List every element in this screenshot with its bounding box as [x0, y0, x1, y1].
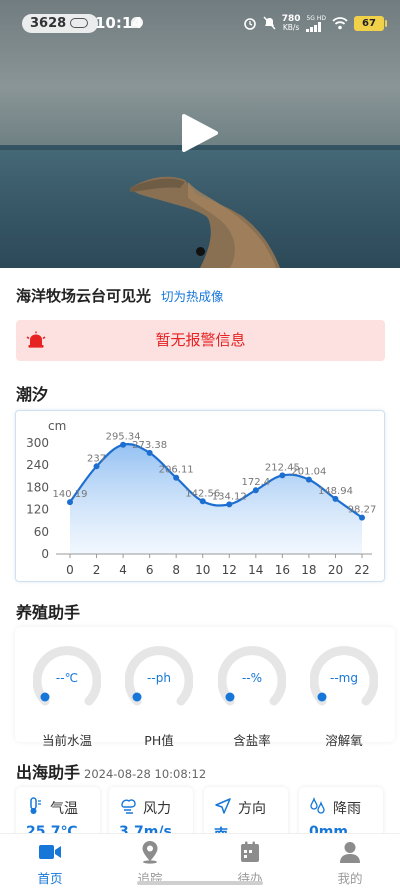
video-landscape — [130, 176, 280, 268]
cell-signal: 5G HD — [306, 15, 326, 32]
x-tick-label: 10 — [195, 563, 210, 577]
alarm-banner[interactable]: 暂无报警信息 — [16, 320, 385, 361]
sea-card-name: 风力 — [143, 801, 171, 817]
gauge-label: 当前水温 — [41, 733, 92, 748]
status-bar: 3628 10:14 780 KB/s 5G HD 67 — [0, 0, 400, 46]
gauge-value: --ph — [147, 671, 171, 685]
calendar-icon — [241, 841, 259, 862]
y-tick-label: 0 — [41, 547, 49, 561]
nav-item-home[interactable]: 首页 — [0, 834, 100, 889]
sea-section-header: 出海助手 2024-08-28 10:08:12 — [16, 759, 207, 782]
status-pill-text: 3628 — [30, 16, 67, 31]
y-tick-label: 180 — [26, 480, 49, 494]
gauge-salinity[interactable]: --% 含盐率 — [218, 645, 286, 748]
signal-bars-icon — [306, 21, 322, 32]
tide-data-label: 172.4 — [241, 477, 270, 488]
tide-data-label: 140.19 — [53, 489, 88, 500]
direction-icon — [215, 798, 231, 814]
net-speed-unit: KB/s — [282, 22, 300, 32]
alarm-bell-icon — [26, 331, 46, 348]
sea-timestamp: 2024-08-28 10:08:12 — [84, 767, 207, 781]
thermometer-icon — [30, 797, 41, 814]
tide-chart-svg: cm 0 60 120 180 240 300 0 2 4 6 8 10 12 14 16 18 20 22 1… — [26, 419, 377, 577]
mute-bell-icon — [263, 16, 276, 30]
alarm-text: 暂无报警信息 — [155, 331, 246, 349]
y-tick-label: 120 — [26, 503, 49, 517]
tide-data-label: 273.38 — [132, 440, 167, 451]
location-pin-icon — [142, 841, 158, 864]
tide-chart: cm 0 60 120 180 240 300 0 2 4 6 8 10 12 14 16 18 20 22 1… — [15, 410, 385, 582]
gauge-value: --% — [241, 671, 263, 685]
status-right-group: 780 KB/s 5G HD 67 — [243, 12, 387, 34]
gauge-label: 含盐率 — [233, 733, 271, 748]
tide-data-label: 237 — [87, 453, 106, 464]
chart-ylabel: cm — [48, 419, 66, 433]
carousel-dot[interactable] — [196, 247, 205, 256]
x-tick-label: 0 — [66, 563, 74, 577]
app-page: 3628 10:14 780 KB/s 5G HD 67 海洋牧场云台可见光 切为热… — [0, 0, 400, 889]
nav-item-profile[interactable]: 我的 — [300, 834, 400, 889]
status-pill: 3628 — [22, 14, 99, 33]
battery-indicator: 67 — [354, 15, 387, 31]
x-tick-label: 14 — [248, 563, 263, 577]
tide-data-label: 98.27 — [348, 505, 377, 516]
tide-data-label: 148.94 — [318, 486, 353, 497]
user-icon — [340, 842, 360, 863]
gauge-label: 溶解氧 — [325, 733, 363, 748]
x-tick-label: 8 — [172, 563, 180, 577]
x-tick-label: 4 — [119, 563, 127, 577]
nav-label: 我的 — [337, 871, 363, 886]
gauge-value: --℃ — [55, 671, 79, 685]
home-indicator[interactable] — [137, 881, 263, 885]
nav-label: 首页 — [37, 871, 63, 886]
pill-toggle-icon — [70, 18, 89, 28]
x-tick-label: 18 — [301, 563, 316, 577]
x-tick-label: 16 — [275, 563, 290, 577]
gauge-label: PH值 — [144, 733, 174, 748]
net-speed: 780 KB/s — [282, 14, 301, 32]
gauge-value: --mg — [330, 671, 358, 685]
x-tick-label: 12 — [222, 563, 237, 577]
switch-thermal-link[interactable]: 切为热成像 — [161, 289, 224, 304]
camera-title: 海洋牧场云台可见光 — [16, 287, 152, 305]
message-icon — [131, 17, 143, 28]
x-tick-label: 6 — [146, 563, 154, 577]
sea-card-name: 降雨 — [333, 801, 361, 817]
alarm-clock-icon — [243, 18, 256, 30]
camera-row: 海洋牧场云台可见光 切为热成像 — [16, 285, 386, 305]
x-tick-label: 22 — [354, 563, 369, 577]
wind-icon — [121, 799, 136, 814]
sea-card-name: 气温 — [50, 801, 78, 817]
wifi-icon — [332, 16, 348, 29]
rain-icon — [310, 797, 325, 814]
gauge-water-temp[interactable]: --℃ 当前水温 — [33, 645, 101, 748]
sea-section-title: 出海助手 — [16, 763, 81, 782]
video-camera-icon — [39, 845, 61, 859]
tide-data-label: 201.04 — [291, 467, 326, 478]
y-tick-label: 60 — [34, 525, 49, 539]
tide-data-label: 134.12 — [212, 491, 247, 502]
tide-data-label: 206.11 — [159, 465, 194, 476]
play-icon[interactable] — [181, 113, 219, 153]
x-tick-label: 2 — [93, 563, 101, 577]
gauge-ph[interactable]: --ph PH值 — [125, 645, 193, 748]
gauge-dissolved-oxygen[interactable]: --mg 溶解氧 — [310, 645, 378, 748]
y-tick-label: 300 — [26, 436, 49, 450]
y-tick-label: 240 — [26, 458, 49, 472]
breeding-card: --℃ 当前水温 --ph PH值 --% 含盐率 --mg 溶解氧 — [15, 627, 395, 748]
breeding-section-title: 养殖助手 — [16, 603, 81, 622]
x-tick-label: 20 — [328, 563, 343, 577]
signal-label: 5G HD — [306, 14, 326, 22]
sea-card-name: 方向 — [238, 801, 266, 817]
tide-section-title: 潮汐 — [16, 385, 49, 404]
